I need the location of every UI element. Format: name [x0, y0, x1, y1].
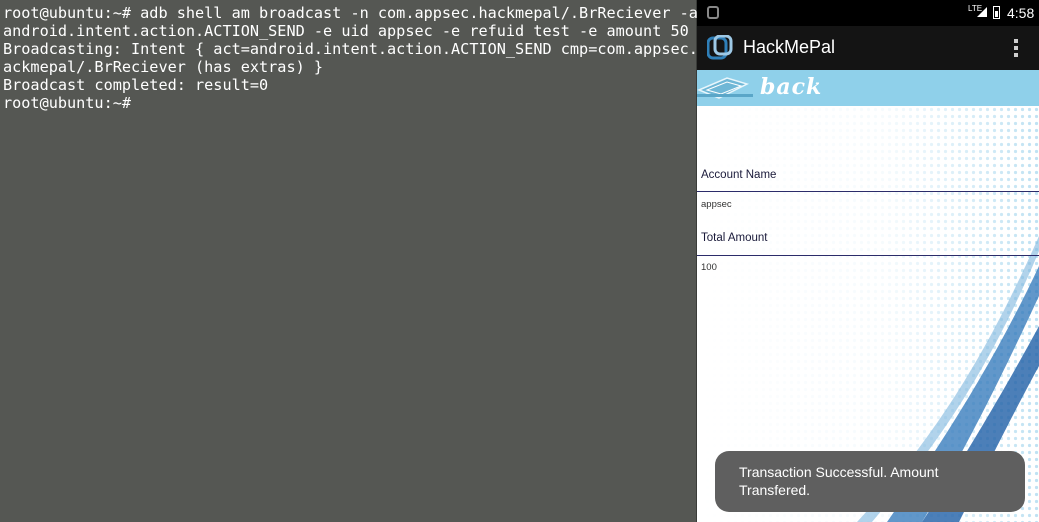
notification-icon: [707, 6, 719, 19]
back-banner: back: [697, 70, 1039, 106]
account-name-value: appsec: [701, 199, 732, 210]
divider: [697, 191, 1039, 192]
total-amount-label: Total Amount: [701, 232, 768, 244]
back-icon[interactable]: [697, 74, 753, 102]
account-name-label: Account Name: [701, 169, 777, 181]
battery-icon: [993, 6, 1000, 19]
terminal-line: root@ubuntu:~# adb shell am broadcast -n…: [3, 4, 698, 22]
terminal-line: Broadcasting: Intent { act=android.inten…: [3, 40, 708, 58]
signal-icon: [977, 7, 987, 17]
total-amount-value: 100: [701, 262, 717, 273]
app-title: HackMePal: [743, 37, 836, 57]
app-logo-icon: [707, 35, 733, 60]
toast-notification: Transaction Successful. Amount Transfere…: [715, 451, 1025, 512]
terminal-prompt: root@ubuntu:~#: [3, 94, 132, 112]
terminal-line: android.intent.action.ACTION_SEND -e uid…: [3, 22, 689, 40]
status-time: 4:58: [1007, 5, 1035, 21]
action-bar: HackMePal: [697, 26, 1039, 70]
toast-message: Transaction Successful. Amount Transfere…: [739, 464, 939, 498]
terminal-line: Broadcast completed: result=0: [3, 76, 269, 94]
terminal-window[interactable]: root@ubuntu:~# adb shell am broadcast -n…: [0, 0, 707, 522]
terminal-line: ackmepal/.BrReciever (has extras) }: [3, 58, 324, 76]
back-button[interactable]: back: [760, 74, 822, 100]
status-bar: LTE 4:58: [697, 0, 1039, 26]
android-screen: LTE 4:58 HackMePal back Account Name app…: [697, 0, 1039, 522]
divider: [697, 255, 1039, 256]
overflow-menu-icon[interactable]: [1013, 39, 1019, 59]
